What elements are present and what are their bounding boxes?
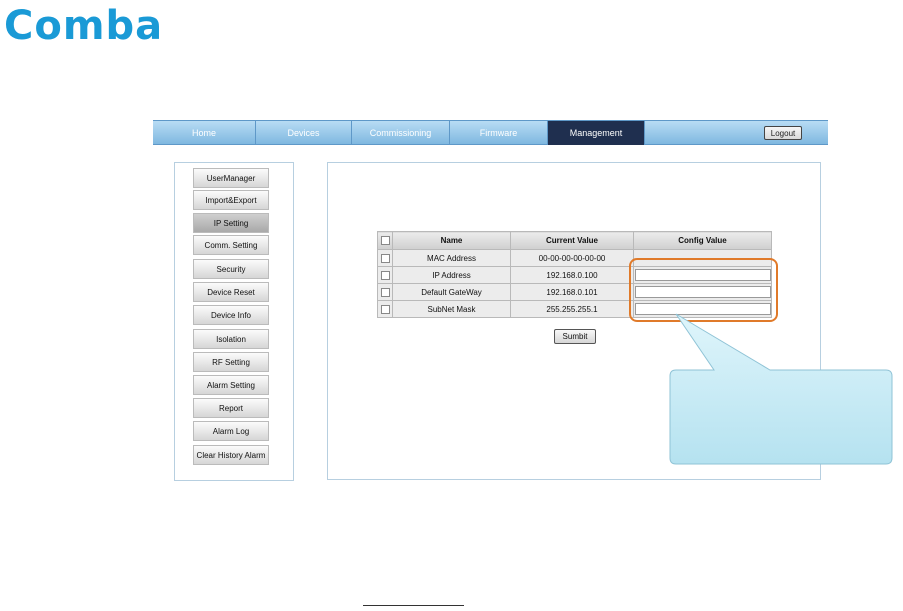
sidebar-item-security[interactable]: Security xyxy=(193,259,269,279)
row-checkbox-cell xyxy=(377,283,393,301)
column-header-config-value: Config Value xyxy=(633,231,772,250)
sidebar-item-alarm-setting[interactable]: Alarm Setting xyxy=(193,375,269,395)
row-checkbox-cell xyxy=(377,266,393,284)
sidebar-item-report[interactable]: Report xyxy=(193,398,269,418)
row-name: MAC Address xyxy=(392,249,511,267)
row-current-value: 00-00-00-00-00-00 xyxy=(510,249,634,267)
sidebar-item-device-reset[interactable]: Device Reset xyxy=(193,282,269,302)
table-header-row: Name Current Value Config Value xyxy=(377,231,772,250)
row-checkbox[interactable] xyxy=(380,287,390,297)
row-checkbox-cell xyxy=(377,300,393,318)
nav-tab-devices[interactable]: Devices xyxy=(256,121,352,145)
nav-tab-management[interactable]: Management xyxy=(548,121,645,145)
row-checkbox-cell xyxy=(377,249,393,267)
callout-bubble xyxy=(669,313,893,465)
submit-button[interactable]: Sumbit xyxy=(554,329,596,344)
row-name: IP Address xyxy=(392,266,511,284)
sidebar-item-comm-setting[interactable]: Comm. Setting xyxy=(193,235,269,255)
sidebar-item-alarm-log[interactable]: Alarm Log xyxy=(193,421,269,441)
row-checkbox[interactable] xyxy=(380,270,390,280)
row-name: Default GateWay xyxy=(392,283,511,301)
column-header-name: Name xyxy=(392,231,511,250)
sidebar-item-import-export[interactable]: Import&Export xyxy=(193,190,269,210)
row-current-value: 192.168.0.101 xyxy=(510,283,634,301)
sidebar-menu: UserManager Import&Export IP Setting Com… xyxy=(174,162,294,481)
footer-rule xyxy=(363,605,464,606)
row-current-value: 255.255.255.1 xyxy=(510,300,634,318)
top-nav-bar: Home Devices Commissioning Firmware Mana… xyxy=(153,120,828,145)
row-current-value: 192.168.0.100 xyxy=(510,266,634,284)
select-all-checkbox[interactable] xyxy=(380,236,390,246)
logout-button[interactable]: Logout xyxy=(764,126,802,140)
nav-tab-home[interactable]: Home xyxy=(153,121,256,145)
sidebar-item-device-info[interactable]: Device Info xyxy=(193,305,269,325)
sidebar-item-ip-setting[interactable]: IP Setting xyxy=(193,213,269,233)
sidebar-item-clear-history-alarm[interactable]: Clear History Alarm xyxy=(193,445,269,465)
row-name: SubNet Mask xyxy=(392,300,511,318)
row-checkbox[interactable] xyxy=(380,304,390,314)
sidebar-item-rf-setting[interactable]: RF Setting xyxy=(193,352,269,372)
sidebar-item-usermanager[interactable]: UserManager xyxy=(193,168,269,188)
select-all-cell xyxy=(377,231,393,250)
column-header-current-value: Current Value xyxy=(510,231,634,250)
sidebar-item-isolation[interactable]: Isolation xyxy=(193,329,269,349)
comba-logo: Comba xyxy=(4,3,164,49)
callout-shape xyxy=(669,313,893,465)
row-checkbox[interactable] xyxy=(380,253,390,263)
nav-tab-commissioning[interactable]: Commissioning xyxy=(352,121,450,145)
nav-tab-firmware[interactable]: Firmware xyxy=(450,121,548,145)
